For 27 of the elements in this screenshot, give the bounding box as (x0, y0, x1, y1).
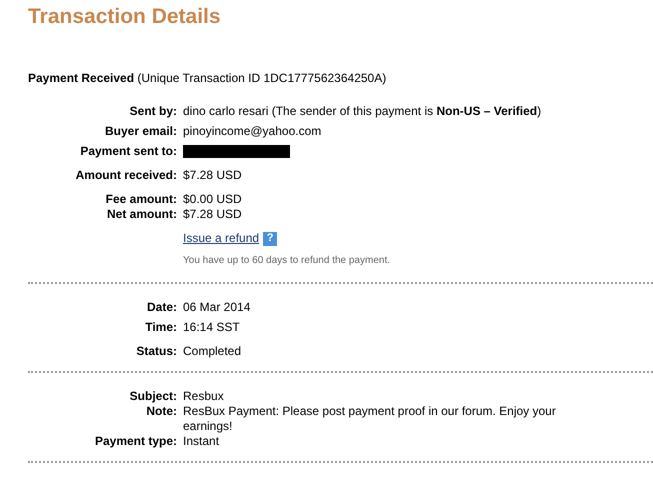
field-label: Net amount: (107, 207, 177, 221)
field-label: Sent by: (130, 104, 177, 118)
issue-refund-link[interactable]: Issue a refund (183, 231, 260, 246)
field-label: Note: (146, 404, 177, 418)
field-label: Buyer email: (104, 124, 177, 138)
field-value: dino carlo resari (The sender of this payment is Non-US – Verified) (183, 104, 542, 118)
field-value: Instant (183, 434, 220, 448)
field-label: Status: (136, 344, 177, 358)
field-value: $0.00 USD (183, 192, 242, 206)
refund-hint: You have up to 60 days to refund the payment. (183, 255, 390, 266)
field-value: ResBux Payment: Please post payment proof in our forum. Enjoy your earnings! (183, 404, 556, 433)
field-label: Date: (146, 300, 177, 314)
field-label: Amount received: (76, 168, 177, 182)
field-value: $7.28 USD (183, 168, 242, 182)
field-label: Payment sent to: (80, 144, 177, 158)
field-value: 06 Mar 2014 (183, 300, 250, 314)
field-value: $7.28 USD (183, 207, 242, 221)
field-label: Payment type: (94, 434, 177, 448)
field-value: Resbux (183, 389, 224, 403)
field-label: Fee amount: (106, 192, 177, 206)
field-label: Subject: (130, 389, 177, 403)
payment-received-heading: Payment Received (Unique Transaction ID 1DC1777562364250A) (28, 70, 388, 86)
field-value: 16:14 SST (183, 320, 240, 334)
page-title: Transaction Details (28, 4, 222, 30)
field-value: pinoyincome@yahoo.com (183, 124, 322, 138)
field-label: Time: (145, 320, 177, 334)
field-value: Completed (183, 344, 242, 358)
